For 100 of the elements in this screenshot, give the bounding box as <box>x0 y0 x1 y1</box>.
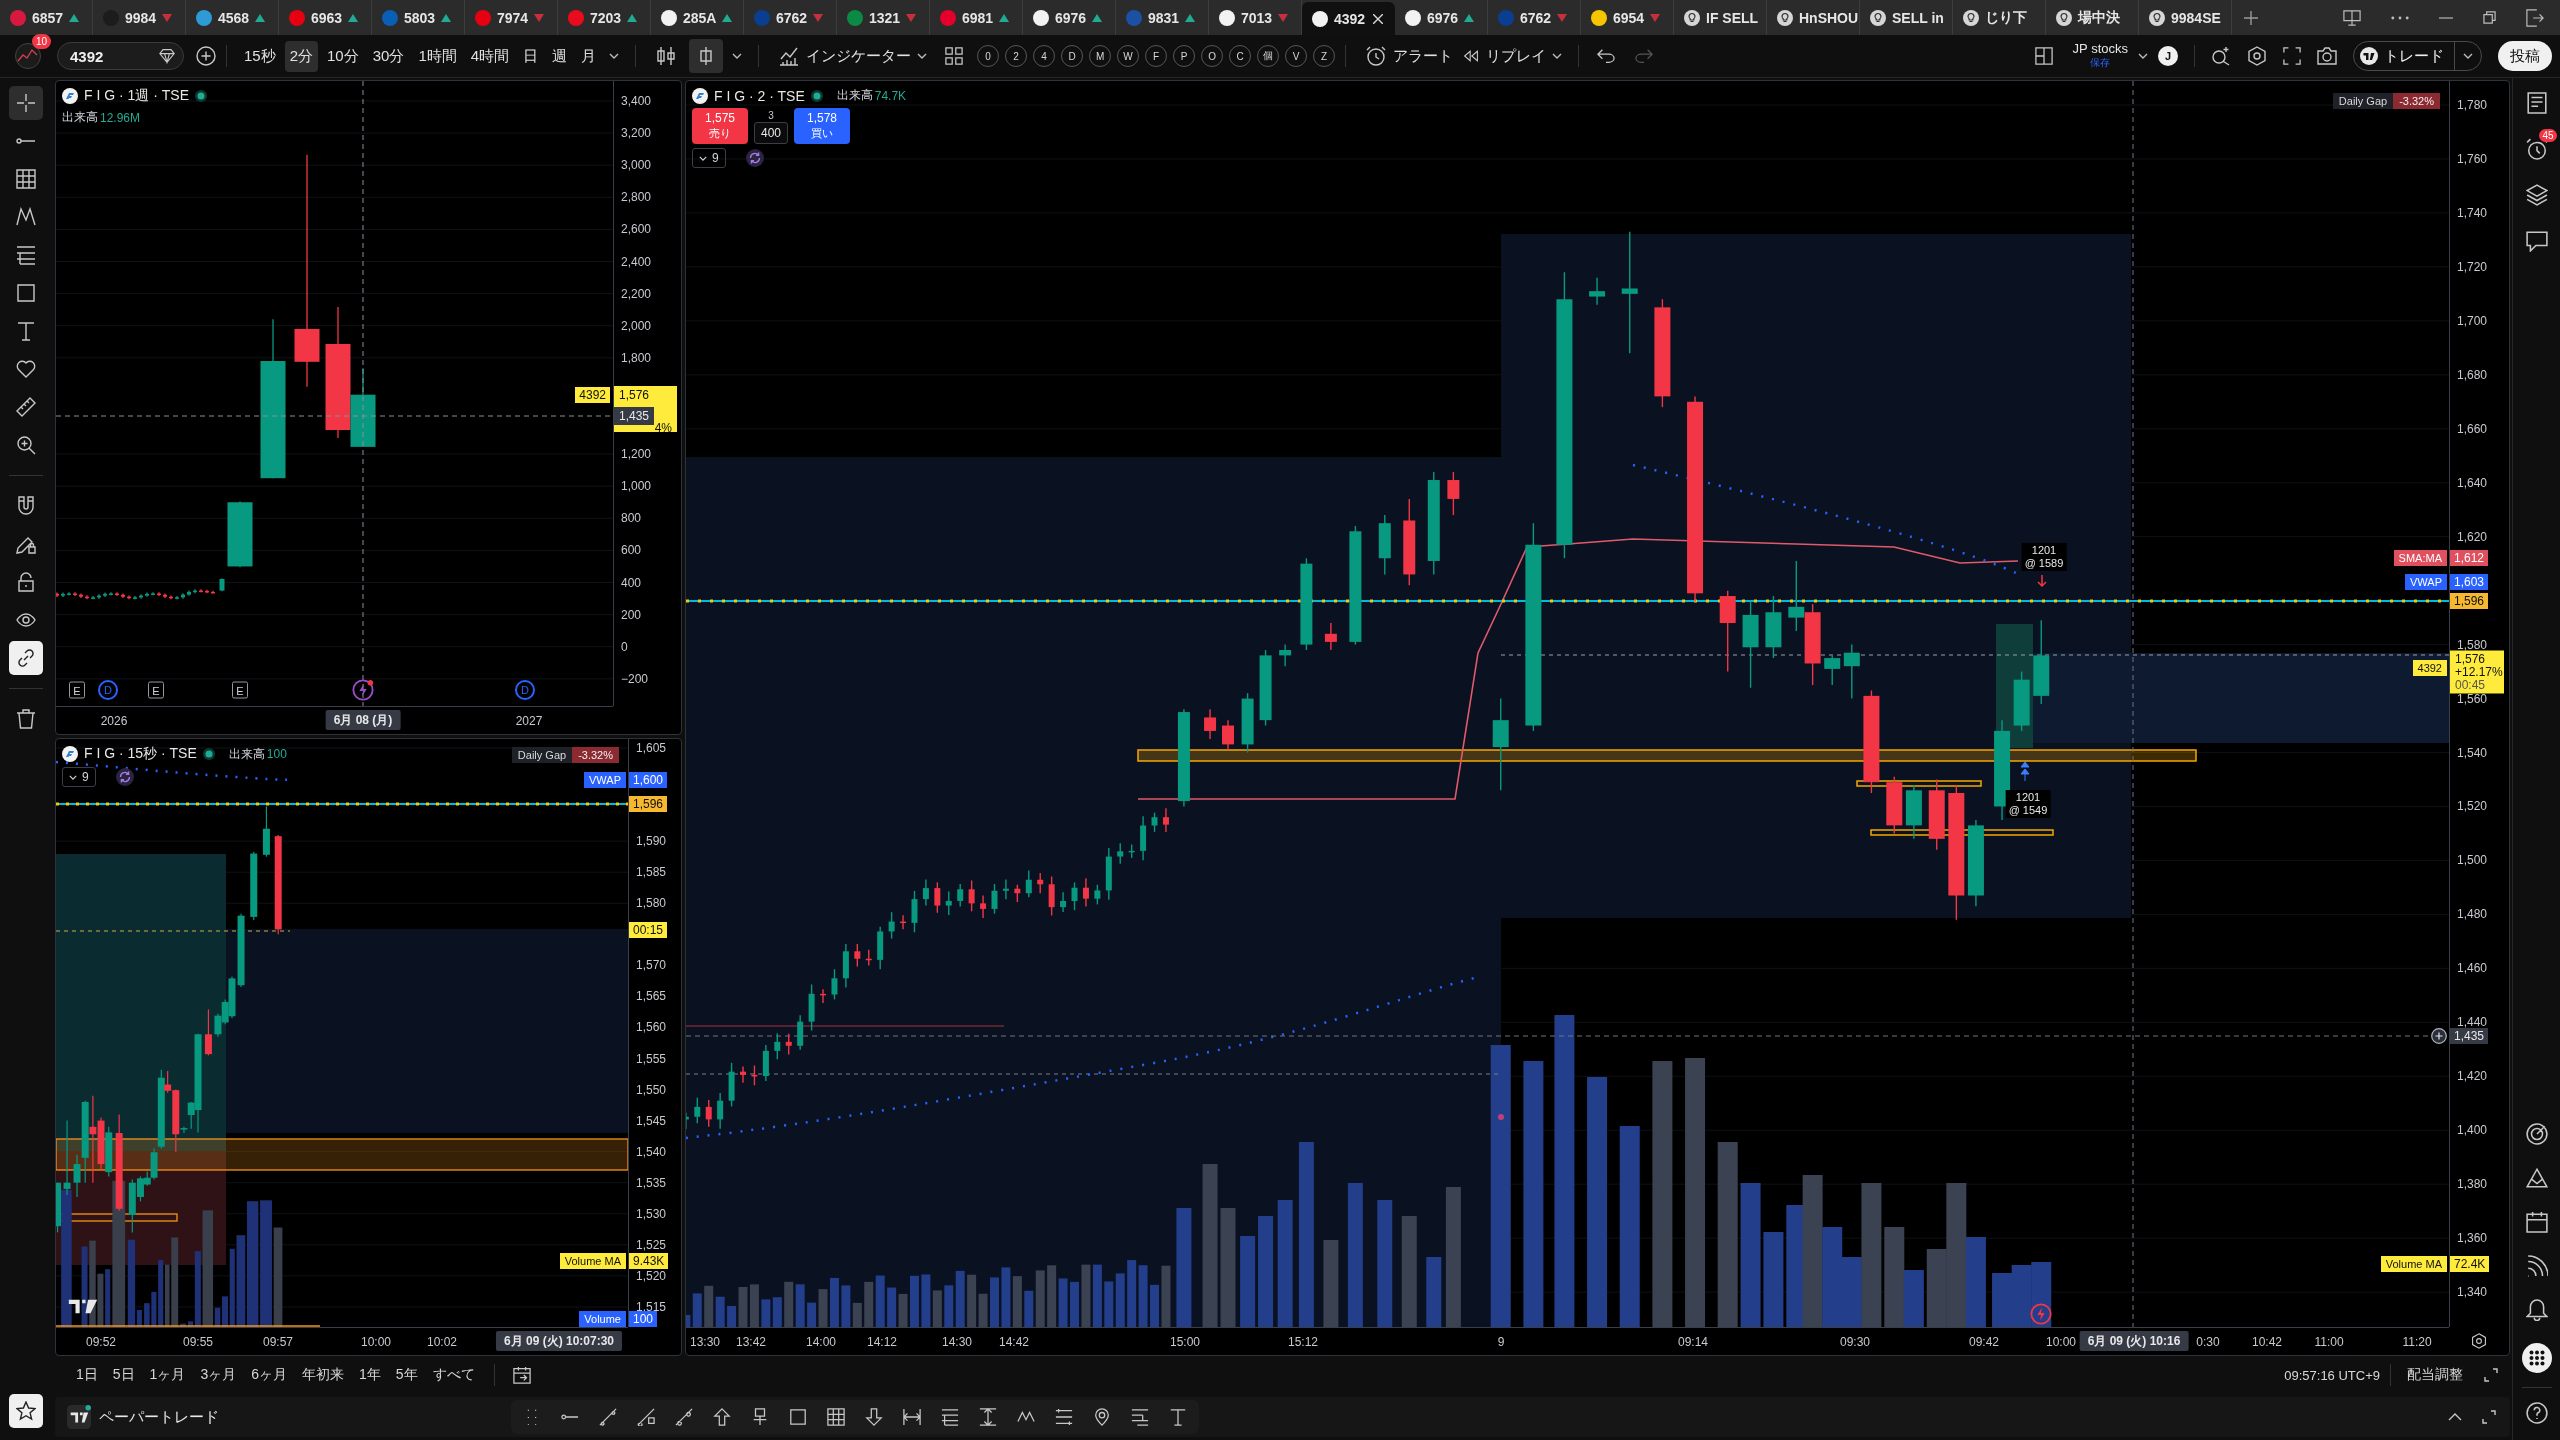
price-tag: 1,596 <box>629 796 668 812</box>
indicator-label: Volume <box>579 1311 626 1327</box>
price-label: 1,605 <box>636 741 667 755</box>
time-label: 09:55 <box>183 1335 213 1349</box>
crosshair-date-label: 6月 09 (火) 10:16 <box>2079 1331 2189 1351</box>
price-label: 1,525 <box>636 1237 667 1252</box>
price-label: 1,540 <box>2457 745 2488 760</box>
price-tag: 1,596 <box>2450 593 2489 609</box>
price-label: 1,000 <box>621 479 652 494</box>
daily-gap-label: Daily Gap <box>511 747 573 763</box>
volume-value: 74.7K <box>874 88 907 103</box>
time-label: 13:42 <box>736 1335 766 1349</box>
price-label: 1,640 <box>2457 475 2488 490</box>
time-label: 9 <box>1497 1335 1505 1349</box>
price-tag: 1,612 <box>2450 550 2489 566</box>
daily-gap-value: -3.32% <box>2393 93 2440 109</box>
price-label: 400 <box>621 575 642 590</box>
price-label: 3,000 <box>621 158 652 173</box>
price-label: 3,400 <box>621 94 652 108</box>
time-label: 14:42 <box>999 1335 1029 1349</box>
time-label: 09:42 <box>1969 1335 1999 1349</box>
time-label: 11:20 <box>2402 1335 2432 1349</box>
price-label: 3,200 <box>621 126 652 141</box>
price-label: 1,680 <box>2457 367 2488 382</box>
volume-label: 出来高 <box>62 109 98 126</box>
time-label: 2027 <box>515 714 543 728</box>
alert-count: 45 <box>2539 129 2557 142</box>
volume-value: 12.96M <box>100 110 141 125</box>
time-label: 15:00 <box>1170 1335 1200 1349</box>
price-tag: 1,435 <box>2450 1028 2489 1044</box>
time-label: 10:00 <box>2046 1335 2076 1349</box>
price-label: 1,520 <box>636 1268 667 1283</box>
time-label: 09:57 <box>263 1335 293 1349</box>
time-label: 2026 <box>100 714 128 728</box>
symbol-tag: 4392 <box>575 387 610 403</box>
price-label: 1,535 <box>636 1175 667 1190</box>
price-label: 1,200 <box>621 447 652 462</box>
chart-title: F I G · 2 · TSE <box>714 87 805 104</box>
time-label: 15:12 <box>1288 1335 1318 1349</box>
price-label: 1,780 <box>2457 98 2488 112</box>
indicator-label: VWAP <box>584 772 626 788</box>
price-label: 2,200 <box>621 286 652 301</box>
indicator-label: Volume MA <box>2380 1256 2447 1272</box>
price-label: 1,440 <box>2457 1015 2488 1030</box>
price-label: 1,550 <box>636 1082 667 1097</box>
price-label: 1,740 <box>2457 205 2488 220</box>
price-label: 1,340 <box>2457 1285 2488 1300</box>
time-label: 11:00 <box>2314 1335 2344 1349</box>
time-label: 0:30 <box>2196 1335 2220 1349</box>
price-label: 1,620 <box>2457 529 2488 544</box>
price-label: 1,565 <box>636 989 667 1004</box>
spread-value: 3 <box>768 110 774 122</box>
price-label: 1,560 <box>636 1020 667 1035</box>
chart-title: F I G · 15秒 · TSE <box>84 745 197 763</box>
price-label: 200 <box>621 607 642 622</box>
price-label: 1,590 <box>636 834 667 849</box>
time-label: 09:52 <box>86 1335 116 1349</box>
price-label: −200 <box>621 671 649 686</box>
price-label: 1,720 <box>2457 259 2488 274</box>
price-label: 1,400 <box>2457 1123 2488 1138</box>
crosshair-price-label: 1,435 <box>614 407 655 425</box>
price-label: 1,560 <box>2457 691 2488 706</box>
price-label: 1,380 <box>2457 1177 2488 1192</box>
price-label: 1,660 <box>2457 421 2488 436</box>
price-label: 1,580 <box>636 896 667 911</box>
price-tag: 1,600 <box>629 772 668 788</box>
time-label: 09:30 <box>1840 1335 1870 1349</box>
price-label: 800 <box>621 511 642 526</box>
price-label: 1,580 <box>2457 637 2488 652</box>
indicator-label: SMA:MA <box>2393 550 2447 566</box>
volume-label: 出来高 <box>228 745 265 763</box>
price-tag: 1,603 <box>2450 574 2489 590</box>
time-label: 14:00 <box>806 1335 836 1349</box>
crosshair-date-label: 6月 08 (月) <box>325 710 401 730</box>
price-label: 1,530 <box>636 1206 667 1221</box>
chart-title: F I G · 1週 · TSE <box>84 87 189 105</box>
price-label: 1,420 <box>2457 1069 2488 1084</box>
price-label: 0 <box>621 639 628 654</box>
price-tag: 00:15 <box>629 922 668 938</box>
price-label: 2,000 <box>621 318 652 333</box>
time-label: 14:30 <box>942 1335 972 1349</box>
time-label: 10:02 <box>427 1335 457 1349</box>
price-label: 1,460 <box>2457 961 2488 976</box>
indicator-label: VWAP <box>2405 574 2447 590</box>
price-label: 1,545 <box>636 1113 667 1128</box>
price-label: 1,585 <box>636 865 667 880</box>
daily-gap-label: Daily Gap <box>2332 93 2394 109</box>
price-label: 1,800 <box>621 350 652 365</box>
price-label: 1,500 <box>2457 853 2488 868</box>
price-tag: 72.4K <box>2450 1256 2490 1272</box>
price-label: 2,600 <box>621 222 652 237</box>
time-label: 10:42 <box>2252 1335 2282 1349</box>
price-label: 600 <box>621 543 642 558</box>
time-label: 14:12 <box>867 1335 897 1349</box>
price-label: 2,800 <box>621 190 652 205</box>
price-label: 1,480 <box>2457 907 2488 922</box>
time-label: 09:14 <box>1678 1335 1708 1349</box>
price-tag: 9.43K <box>629 1253 669 1269</box>
volume-label: 出来高 <box>836 87 873 104</box>
volume-value: 100 <box>266 747 287 761</box>
